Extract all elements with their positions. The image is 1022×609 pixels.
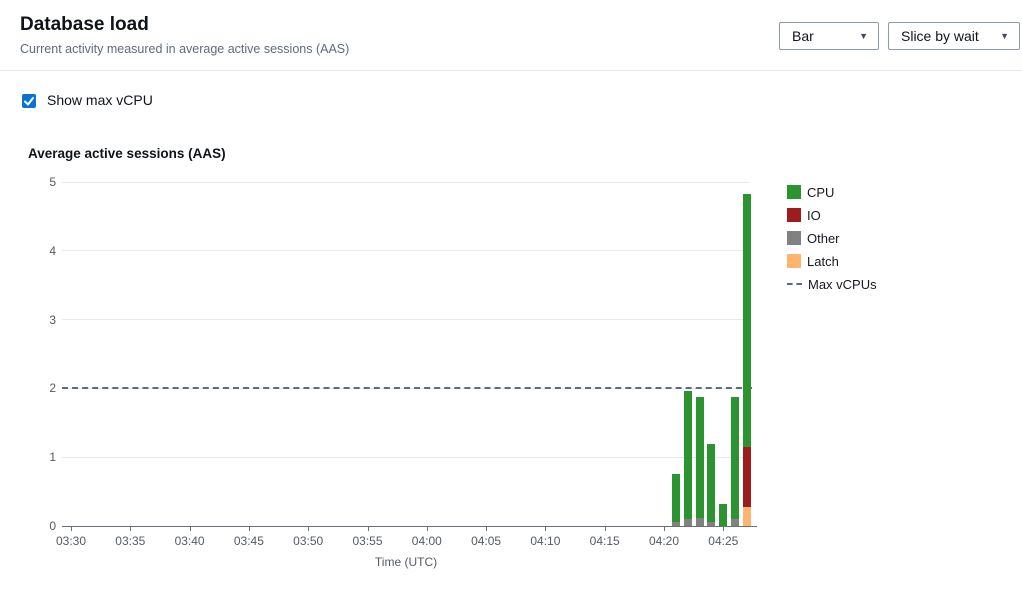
show-max-vcpu-label[interactable]: Show max vCPU (47, 92, 153, 108)
legend-swatch-icon (787, 208, 801, 222)
chart-type-dropdown[interactable]: Bar ▼ (779, 22, 879, 50)
x-axis-title: Time (UTC) (62, 555, 750, 569)
chart-legend: CPU IO Other Latch Max vCPUs (787, 185, 877, 300)
bar-segment-cpu[interactable] (672, 474, 680, 521)
y-tick-label: 5 (28, 175, 56, 189)
x-tick (723, 527, 724, 531)
bar-segment-other[interactable] (684, 519, 692, 526)
page-subtitle: Current activity measured in average act… (20, 42, 349, 56)
chevron-down-icon: ▼ (859, 32, 868, 41)
x-tick (71, 527, 72, 531)
x-tick-label: 03:45 (227, 534, 271, 548)
legend-label: CPU (807, 185, 834, 200)
x-tick-label: 04:10 (523, 534, 567, 548)
legend-item-max-vcpus[interactable]: Max vCPUs (787, 277, 877, 291)
slice-by-value: Slice by wait (901, 28, 979, 44)
x-tick-label: 04:25 (701, 534, 745, 548)
x-tick (249, 527, 250, 531)
bar-segment-cpu[interactable] (743, 194, 751, 446)
legend-swatch-icon (787, 231, 801, 245)
x-tick-label: 04:20 (642, 534, 686, 548)
bar-segment-io[interactable] (743, 447, 751, 507)
legend-label: Latch (807, 254, 839, 269)
check-icon (22, 94, 36, 108)
bar-segment-cpu[interactable] (707, 444, 715, 522)
x-tick (190, 527, 191, 531)
bar-segment-cpu[interactable] (696, 397, 704, 519)
dashed-line-icon (787, 283, 802, 285)
x-tick-label: 04:05 (464, 534, 508, 548)
x-tick-label: 04:15 (583, 534, 627, 548)
legend-item-io[interactable]: IO (787, 208, 877, 222)
legend-label: Other (807, 231, 840, 246)
gridline (62, 250, 750, 251)
bar-segment-latch[interactable] (743, 507, 751, 526)
x-tick-label: 03:30 (49, 534, 93, 548)
x-axis-line (62, 526, 757, 527)
legend-item-latch[interactable]: Latch (787, 254, 877, 268)
x-tick (308, 527, 309, 531)
show-max-vcpu-checkbox[interactable] (22, 94, 36, 108)
x-tick (545, 527, 546, 531)
bar-segment-cpu[interactable] (719, 504, 727, 526)
x-tick (427, 527, 428, 531)
bar-segment-cpu[interactable] (684, 391, 692, 519)
y-tick-label: 1 (28, 450, 56, 464)
legend-item-cpu[interactable]: CPU (787, 185, 877, 199)
database-load-panel: { "header": { "title": "Database load", … (0, 0, 1022, 609)
page-title: Database load (20, 14, 149, 36)
x-tick-label: 04:00 (405, 534, 449, 548)
chevron-down-icon: ▼ (1000, 32, 1009, 41)
bar-segment-cpu[interactable] (731, 397, 739, 519)
chart-type-value: Bar (792, 28, 814, 44)
y-tick-label: 0 (28, 519, 56, 533)
legend-label: IO (807, 208, 821, 223)
x-tick (130, 527, 131, 531)
y-tick-label: 2 (28, 381, 56, 395)
legend-swatch-icon (787, 254, 801, 268)
bar-segment-other[interactable] (707, 522, 715, 526)
x-tick-label: 03:35 (108, 534, 152, 548)
x-tick (605, 527, 606, 531)
y-tick-label: 4 (28, 244, 56, 258)
y-tick-label: 3 (28, 313, 56, 327)
x-tick-label: 03:50 (286, 534, 330, 548)
x-tick-label: 03:40 (168, 534, 212, 548)
x-tick (368, 527, 369, 531)
gridline (62, 319, 750, 320)
x-tick (664, 527, 665, 531)
gridline (62, 457, 750, 458)
aas-load-chart: 01234503:3003:3503:4003:4503:5003:5504:0… (62, 182, 750, 526)
max-vcpus-line (62, 387, 752, 389)
header-divider (0, 70, 1022, 71)
legend-label: Max vCPUs (808, 277, 877, 292)
chart-title: Average active sessions (AAS) (28, 146, 226, 161)
bar-segment-other[interactable] (731, 519, 739, 526)
legend-swatch-icon (787, 185, 801, 199)
bar-segment-other[interactable] (696, 518, 704, 526)
gridline (62, 182, 750, 183)
bar-segment-other[interactable] (672, 522, 680, 526)
slice-by-dropdown[interactable]: Slice by wait ▼ (888, 22, 1020, 50)
x-tick (486, 527, 487, 531)
x-tick-label: 03:55 (346, 534, 390, 548)
legend-item-other[interactable]: Other (787, 231, 877, 245)
